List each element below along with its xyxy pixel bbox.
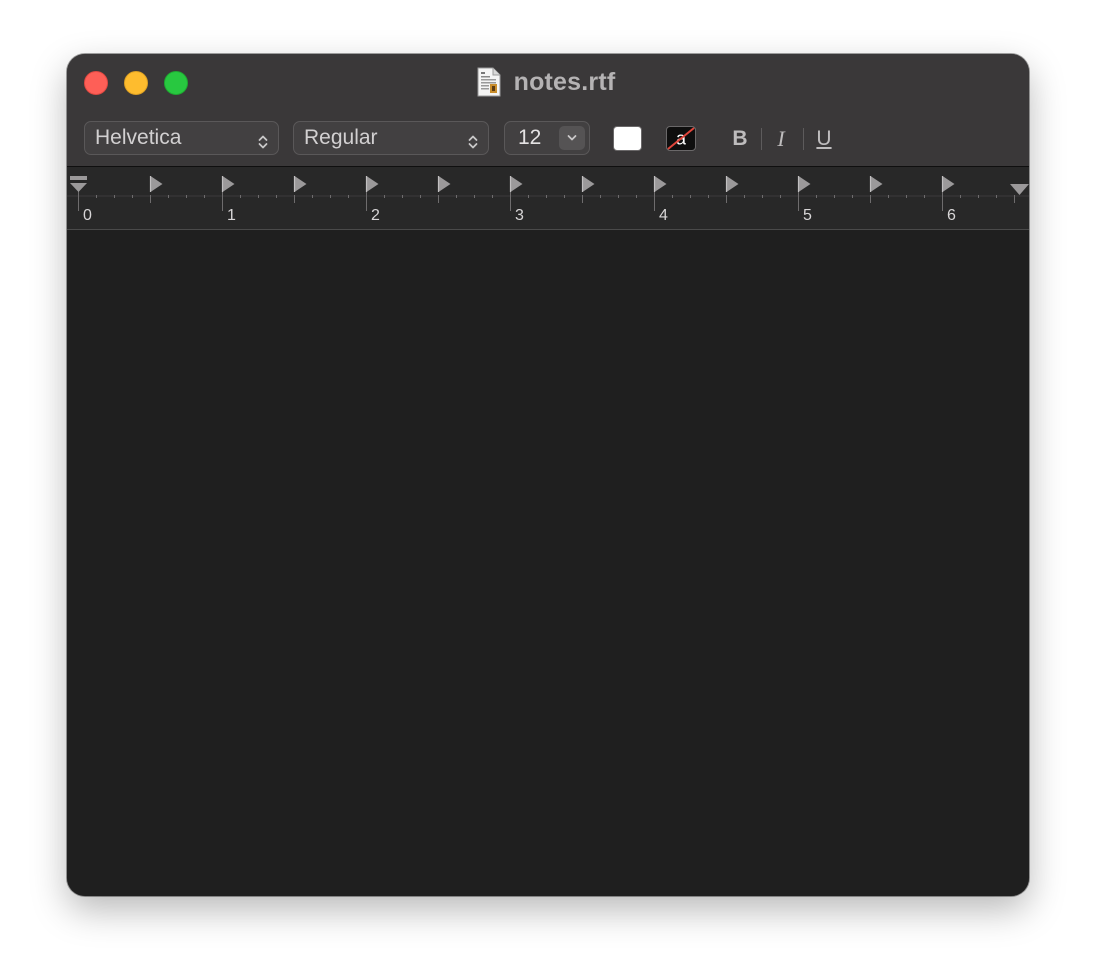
- right-margin-marker: [1010, 184, 1029, 195]
- text-color-well[interactable]: [613, 126, 642, 151]
- tab-stop-marker: [798, 176, 811, 192]
- bold-button[interactable]: B: [727, 124, 753, 154]
- tab-stop-marker: [942, 176, 955, 192]
- background-color-well[interactable]: a: [666, 126, 696, 151]
- tab-stop-marker: [222, 176, 235, 192]
- underline-button[interactable]: U: [811, 124, 837, 154]
- tab-stop-marker: [510, 176, 523, 192]
- ruler-label-1: 1: [227, 207, 236, 224]
- first-line-indent-marker: [70, 176, 87, 180]
- ruler-label-3: 3: [515, 207, 524, 224]
- divider: [761, 128, 762, 150]
- title-toolbar: notes.rtf Helvetica Regular 12 B I U: [67, 54, 1029, 167]
- document-text-area[interactable]: [67, 230, 1029, 896]
- ruler[interactable]: 0 1 2 3 4 5 6: [67, 167, 1029, 230]
- font-size-value[interactable]: 12: [518, 126, 541, 149]
- textedit-window: notes.rtf Helvetica Regular 12 B I U 0 1…: [67, 54, 1029, 896]
- ruler-label-6: 6: [947, 207, 956, 224]
- tab-stop-marker: [438, 176, 451, 192]
- font-style-value: Regular: [304, 126, 378, 149]
- font-family-popup[interactable]: Helvetica: [84, 121, 279, 155]
- up-down-chevron-icon: [467, 129, 479, 149]
- italic-button[interactable]: I: [768, 124, 794, 154]
- tab-stop-marker: [150, 176, 163, 192]
- tab-stop-marker: [870, 176, 883, 192]
- tab-stop-marker: [294, 176, 307, 192]
- up-down-chevron-icon: [257, 129, 269, 149]
- window-title-text: notes.rtf: [513, 67, 616, 96]
- font-size-combobox[interactable]: 12: [504, 121, 590, 155]
- font-family-value: Helvetica: [95, 126, 182, 149]
- divider: [803, 128, 804, 150]
- ruler-label-2: 2: [371, 207, 380, 224]
- tab-stop-marker: [726, 176, 739, 192]
- ruler-label-0: 0: [83, 207, 92, 224]
- tab-stop-marker: [366, 176, 379, 192]
- font-size-dropdown-button[interactable]: [559, 126, 585, 150]
- left-indent-marker: [70, 183, 87, 192]
- rtf-document-icon[interactable]: [477, 67, 501, 97]
- chevron-down-icon: [567, 135, 577, 141]
- ruler-scale: [67, 176, 1029, 211]
- ruler-label-4: 4: [659, 207, 668, 224]
- font-style-popup[interactable]: Regular: [293, 121, 489, 155]
- tab-stop-marker: [582, 176, 595, 192]
- tab-stop-marker: [654, 176, 667, 192]
- window-title: notes.rtf: [67, 66, 1029, 98]
- ruler-label-5: 5: [803, 207, 812, 224]
